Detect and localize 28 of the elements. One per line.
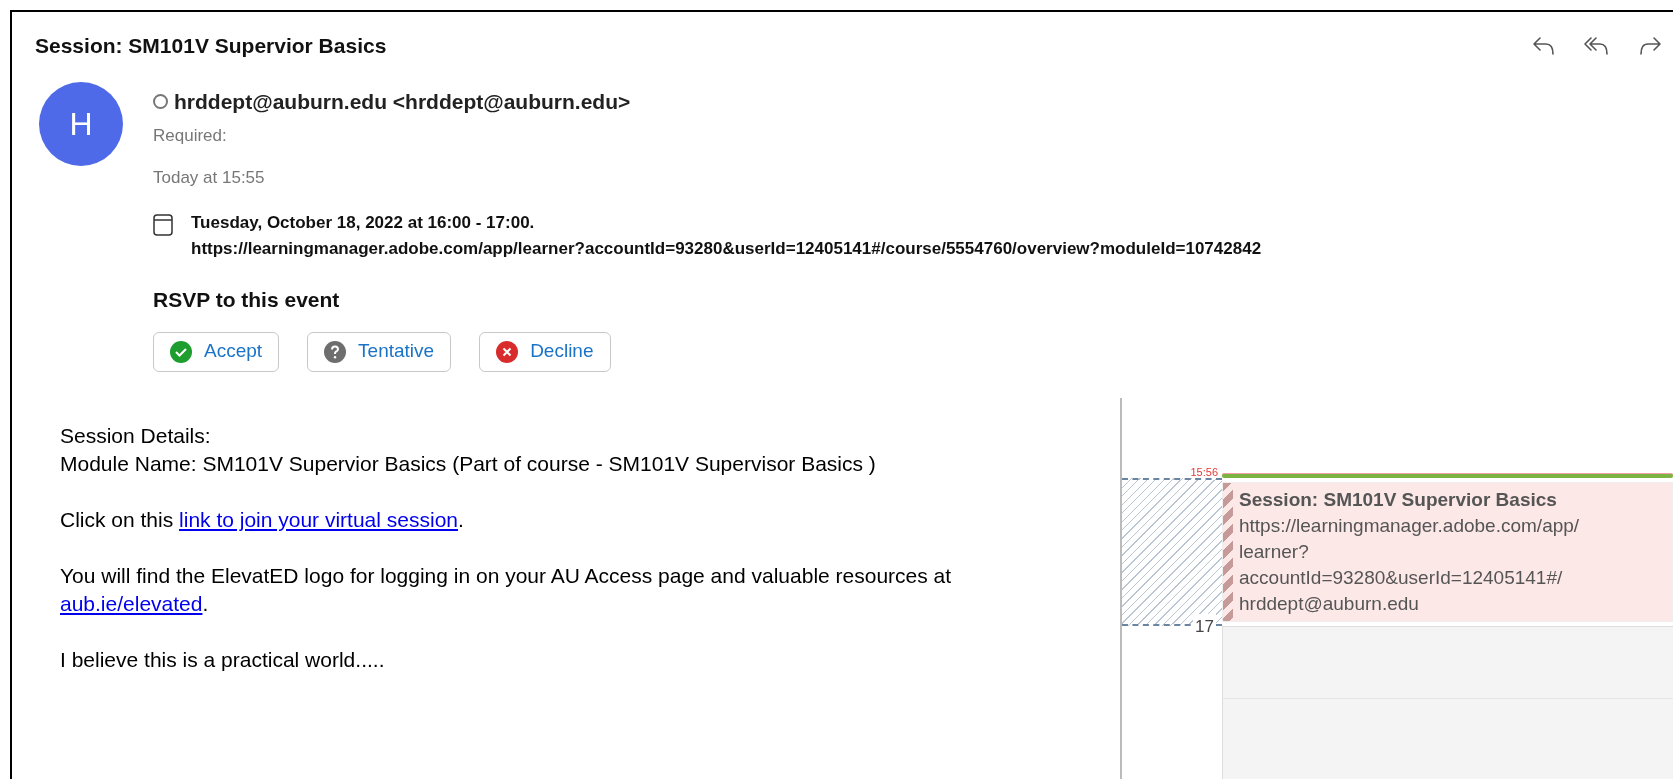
event-title: Session: SM101V Supervior Basics [1239, 487, 1558, 512]
body-paragraph: Click on this link to join your virtual session. [60, 506, 465, 533]
required-label: Required: [153, 125, 228, 147]
body-link[interactable]: link to join your virtual session [179, 507, 458, 531]
event-detail: accountId=93280&userId=12405141#/ [1239, 565, 1564, 590]
question-icon [324, 340, 347, 363]
close-icon [496, 340, 519, 363]
check-icon [170, 340, 192, 363]
body-link[interactable]: aub.ie/elevated [60, 591, 203, 615]
calendar-icon [153, 214, 173, 236]
message-subject: Session: SM101V Supervior Basics [35, 33, 387, 59]
current-time-label: 15:56 [1189, 466, 1219, 478]
event-detail: learner? [1239, 539, 1310, 564]
body-text: Module Name: SM101V Supervior Basics (Part of course - SM101V Supervisor Basics ) [60, 450, 877, 477]
rsvp-button[interactable]: Accept [153, 331, 280, 372]
body-text: I believe this is a practical world..... [60, 646, 386, 673]
rsvp-button[interactable]: Decline [479, 331, 611, 372]
avatar: H [39, 81, 123, 166]
body-paragraph: You will find the ElevatED logo for logging in on your AU Access page and valuable resources at aub.ie/elevated. [60, 562, 953, 617]
rsvp-title: RSVP to this event [153, 287, 341, 313]
event-time: Tuesday, October 18, 2022 at 16:00 - 17:00. [191, 212, 536, 234]
event-detail: https://learningmanager.adobe.com/app/ [1239, 513, 1580, 538]
sender-name: hrddept@auburn.edu <hrddept@auburn.edu> [174, 88, 631, 115]
message-time: Today at 15:55 [153, 166, 266, 189]
body-text: Session Details: [60, 422, 212, 449]
event-detail: hrddept@auburn.edu [1239, 591, 1420, 616]
event-url: https://learningmanager.adobe.com/app/learner?accountId=93280&userId=12405141#/course/5554760/overview?moduleId=10742842 [191, 238, 1262, 260]
rsvp-button[interactable]: Tentative [307, 331, 452, 372]
